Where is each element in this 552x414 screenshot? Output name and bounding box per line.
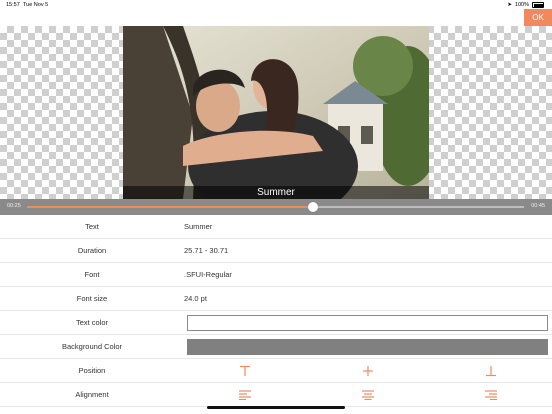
duration-label: Duration bbox=[77, 246, 107, 255]
photo-image bbox=[123, 26, 429, 199]
timeline-track[interactable] bbox=[27, 202, 524, 212]
position-bottom-icon[interactable] bbox=[484, 364, 498, 378]
status-date: Tue Nov 5 bbox=[23, 2, 49, 8]
align-left-icon[interactable] bbox=[238, 388, 252, 402]
font-row[interactable]: Font .SFUI-Regular bbox=[0, 263, 552, 287]
alignment-options bbox=[184, 383, 552, 407]
alignment-label: Alignment bbox=[75, 390, 109, 399]
timeline-scrubber[interactable] bbox=[307, 202, 318, 212]
video-frame: Summer bbox=[123, 26, 429, 199]
text-value[interactable]: Summer bbox=[184, 215, 212, 239]
duration-row[interactable]: Duration 25.71 - 30.71 bbox=[0, 239, 552, 263]
font-label: Font bbox=[84, 270, 100, 279]
text-color-swatch[interactable] bbox=[187, 315, 548, 331]
align-center-icon[interactable] bbox=[361, 388, 375, 402]
status-bar: 15:57 Tue Nov 5 ➤ 100% bbox=[0, 0, 552, 10]
text-color-row[interactable]: Text color bbox=[0, 311, 552, 335]
timeline-progress bbox=[27, 206, 313, 208]
timeline-end-time: 00:45 bbox=[531, 203, 545, 209]
location-icon: ➤ bbox=[507, 2, 512, 8]
position-label: Position bbox=[78, 366, 106, 375]
text-row[interactable]: Text Summer bbox=[0, 215, 552, 239]
caption-overlay: Summer bbox=[123, 186, 429, 199]
font-size-label: Font size bbox=[76, 294, 108, 303]
ok-button[interactable]: OK bbox=[524, 9, 552, 26]
battery-icon bbox=[532, 2, 544, 8]
timeline-start-time: 00:25 bbox=[7, 203, 21, 209]
background-color-row[interactable]: Background Color bbox=[0, 335, 552, 359]
background-color-swatch[interactable] bbox=[187, 339, 548, 355]
position-row: Position bbox=[0, 359, 552, 383]
timeline-bar: 00:25 00:45 bbox=[0, 199, 552, 215]
font-value[interactable]: .SFUI-Regular bbox=[184, 263, 232, 287]
status-time: 15:57 bbox=[6, 2, 20, 8]
text-color-label: Text color bbox=[75, 318, 109, 327]
alignment-row: Alignment bbox=[0, 383, 552, 407]
home-indicator[interactable] bbox=[207, 406, 345, 409]
font-size-value[interactable]: 24.0 pt bbox=[184, 287, 207, 311]
battery-percent: 100% bbox=[514, 2, 529, 8]
text-label: Text bbox=[85, 222, 99, 231]
status-right: ➤ 100% bbox=[507, 2, 544, 8]
align-right-icon[interactable] bbox=[484, 388, 498, 402]
position-top-icon[interactable] bbox=[238, 364, 252, 378]
video-preview: Summer bbox=[0, 26, 552, 199]
duration-value[interactable]: 25.71 - 30.71 bbox=[184, 239, 228, 263]
background-color-label: Background Color bbox=[61, 342, 123, 351]
font-size-row[interactable]: Font size 24.0 pt bbox=[0, 287, 552, 311]
position-options bbox=[184, 359, 552, 383]
properties-list: Text Summer Duration 25.71 - 30.71 Font … bbox=[0, 215, 552, 407]
position-center-icon[interactable] bbox=[361, 364, 375, 378]
